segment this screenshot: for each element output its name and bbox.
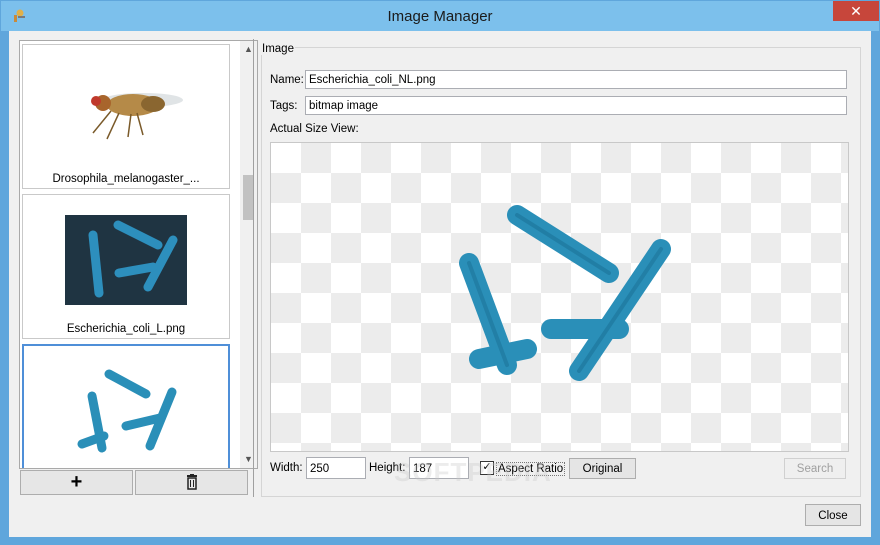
image-manager-window: Image Manager ✕ Drosophila_melanogaster_… [0, 0, 880, 545]
name-field[interactable]: Escherichia_coli_NL.png [305, 70, 847, 89]
image-preview [270, 142, 849, 452]
thumbnail-item-selected[interactable] [22, 344, 230, 468]
window-title: Image Manager [387, 8, 493, 25]
thumbnail-list[interactable]: Drosophila_melanogaster_... Escherichia_… [19, 40, 258, 469]
window-close-button[interactable]: ✕ [833, 1, 879, 21]
bacteria-image [459, 205, 671, 381]
width-field[interactable]: 250 [306, 457, 366, 479]
plus-icon: + [70, 471, 83, 493]
tags-field[interactable]: bitmap image [305, 96, 847, 115]
bacteria-image [77, 369, 177, 453]
trash-icon [186, 474, 197, 490]
delete-image-button[interactable] [135, 470, 248, 495]
thumbnail-item[interactable]: Drosophila_melanogaster_... [22, 44, 230, 189]
thumbnail-scrollbar[interactable]: ▲ ▼ [240, 41, 257, 468]
width-label: Width: [270, 462, 303, 474]
search-button[interactable]: Search [784, 458, 846, 479]
dialog-body: Drosophila_melanogaster_... Escherichia_… [9, 31, 871, 537]
image-group-title: Image [261, 43, 295, 55]
bacteria-photo-image [65, 215, 187, 305]
thumbnail-item[interactable]: Escherichia_coli_L.png [22, 194, 230, 339]
tags-label: Tags: [270, 100, 298, 112]
watermark: SOFTPEDIA [394, 457, 552, 487]
thumbnail-caption: Escherichia_coli_L.png [66, 323, 186, 335]
scroll-up-icon[interactable]: ▲ [240, 41, 257, 58]
thumbnail-caption: Drosophila_melanogaster_... [52, 173, 200, 185]
scroll-down-icon[interactable]: ▼ [240, 451, 257, 468]
add-image-button[interactable]: + [20, 470, 133, 495]
close-button[interactable]: Close [805, 504, 861, 526]
actual-size-view-label: Actual Size View: [270, 123, 359, 135]
title-bar[interactable]: Image Manager ✕ [1, 1, 879, 31]
name-label: Name: [270, 74, 304, 86]
original-button[interactable]: Original [569, 458, 636, 479]
splitter[interactable] [253, 39, 254, 497]
fruit-fly-image [91, 93, 183, 140]
